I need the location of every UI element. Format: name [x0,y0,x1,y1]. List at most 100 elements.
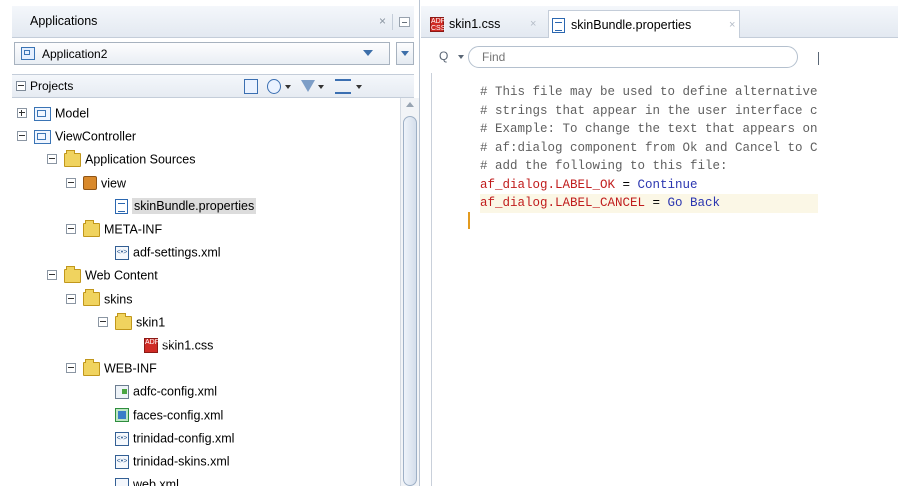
tree-node[interactable]: ViewController [17,125,137,148]
collapse-icon[interactable] [47,154,57,165]
web-xml-icon [115,478,129,486]
comment-text: # Example: To change the text that appea… [480,122,818,136]
comment-text: # strings that appear in the user interf… [480,103,818,118]
tree-node-label: faces-config.xml [133,407,224,422]
refresh-icon[interactable] [267,79,281,94]
comment-line: # af:dialog component from Ok and Cancel… [480,139,818,158]
project-icon [34,106,51,121]
editor-panel: ADF CSS skin1.css × skinBundle.propertie… [421,0,898,486]
applications-panel: Applications × Application2 Projects Mod… [0,0,420,486]
tree-node-label: skins [104,291,133,306]
comment-text: # af:dialog component from Ok and Cancel… [480,140,818,155]
application-menu-button[interactable] [396,42,414,65]
tree-node[interactable]: view [66,172,127,195]
folder-icon [83,219,100,237]
close-tab-icon[interactable]: × [729,11,735,39]
tree-node[interactable]: skins [66,288,133,311]
editor-gutter [431,73,432,486]
tree-node[interactable]: <•> adf-settings.xml [115,241,221,264]
property-separator: = [615,177,638,192]
xml-file-icon: <•> [115,454,129,469]
folder-icon [83,359,100,377]
xml-file-icon: <•> [115,431,129,446]
tab-skin1-css[interactable]: ADF CSS skin1.css × [427,10,545,38]
tree-node[interactable]: META-INF [66,218,163,241]
tree-node-label: WEB-INF [104,361,157,376]
project-properties-icon[interactable] [244,79,258,94]
tree-node-label: ViewController [55,129,137,144]
applications-header: Applications × [12,6,414,38]
comment-line: # This file may be used to define altern… [480,83,818,102]
scrollbar-thumb[interactable] [403,116,417,486]
folder-icon [83,289,100,307]
filter-icon[interactable] [301,80,315,92]
application-name: Application2 [42,47,108,61]
application-selector[interactable]: Application2 [14,42,390,65]
tree-node-label: web.xml [133,477,179,486]
xml-file-icon: <•> [115,246,129,261]
tree-node-label: trinidad-config.xml [133,431,235,446]
close-tab-icon[interactable]: × [530,10,536,38]
collapse-projects-icon[interactable] [16,81,26,91]
working-sets-dropdown-icon[interactable] [356,85,362,89]
property-separator: = [645,196,668,210]
expand-icon[interactable] [17,108,27,118]
collapse-icon[interactable] [47,270,57,281]
tree-node-label: Application Sources [85,152,196,167]
code-editor[interactable]: # This file may be used to define altern… [421,73,898,486]
collapse-icon[interactable] [98,316,108,327]
tab-skinbundle-properties[interactable]: skinBundle.properties × [548,10,740,38]
collapse-icon[interactable] [66,293,76,304]
current-line-marker [468,212,470,229]
tree-node-label: META-INF [104,222,163,237]
tree-node[interactable]: Application Sources [47,148,196,171]
find-input[interactable] [482,50,782,64]
project-icon [34,130,51,145]
tree-node[interactable]: ADF CSSskin1.css [144,334,213,357]
search-options-dropdown-icon[interactable] [458,55,464,59]
comment-text: # add the following to this file: [480,159,728,173]
projects-label: Projects [30,79,74,93]
collapse-icon[interactable] [66,224,76,234]
tree-scrollbar[interactable] [400,98,419,486]
code-lines[interactable]: # This file may be used to define altern… [480,83,818,213]
tree-node[interactable]: faces-config.xml [115,404,223,427]
tree-node[interactable]: adfc-config.xml [115,380,217,403]
tree-node-label: view [101,175,127,190]
editor-tabs: ADF CSS skin1.css × skinBundle.propertie… [421,6,898,38]
collapse-icon[interactable] [66,177,76,188]
project-tree: Model ViewController Application Sources vi… [12,98,402,486]
projects-bar: Projects [12,74,414,98]
tree-node-label: trinidad-skins.xml [133,454,230,469]
comment-line: # add the following to this file: [480,157,818,176]
tree-node[interactable]: web.xml [115,473,179,486]
minimize-icon[interactable] [399,17,410,27]
tree-node[interactable]: skin1 [98,311,165,334]
scroll-up-icon[interactable] [406,102,414,107]
find-bar: Q [421,41,898,73]
collapse-icon[interactable] [17,131,27,142]
tree-node[interactable]: skinBundle.properties [115,195,257,218]
refresh-dropdown-icon[interactable] [285,85,291,89]
tree-node[interactable]: <•> trinidad-config.xml [115,427,234,450]
adfc-config-icon [115,385,129,400]
application-icon [21,47,35,60]
working-sets-icon[interactable] [335,79,351,94]
filter-dropdown-icon[interactable] [318,85,324,89]
package-icon [83,176,97,191]
tree-node[interactable]: <•> trinidad-skins.xml [115,450,230,473]
panel-title: Applications [30,14,98,28]
properties-file-icon [115,199,128,215]
tree-node[interactable]: Model [17,102,89,125]
tree-node[interactable]: Web Content [47,264,158,287]
tree-node[interactable]: WEB-INF [66,357,157,380]
search-icon[interactable]: Q [439,49,448,63]
close-icon[interactable]: × [379,14,386,28]
property-key: af_dialog.LABEL_OK [480,177,616,192]
tree-node-label: adfc-config.xml [133,384,218,399]
collapse-icon[interactable] [66,363,76,374]
find-field[interactable] [468,46,798,68]
header-divider [392,14,393,30]
tree-node-label: skinBundle.properties [132,198,257,215]
property-value: Continue [637,177,698,192]
